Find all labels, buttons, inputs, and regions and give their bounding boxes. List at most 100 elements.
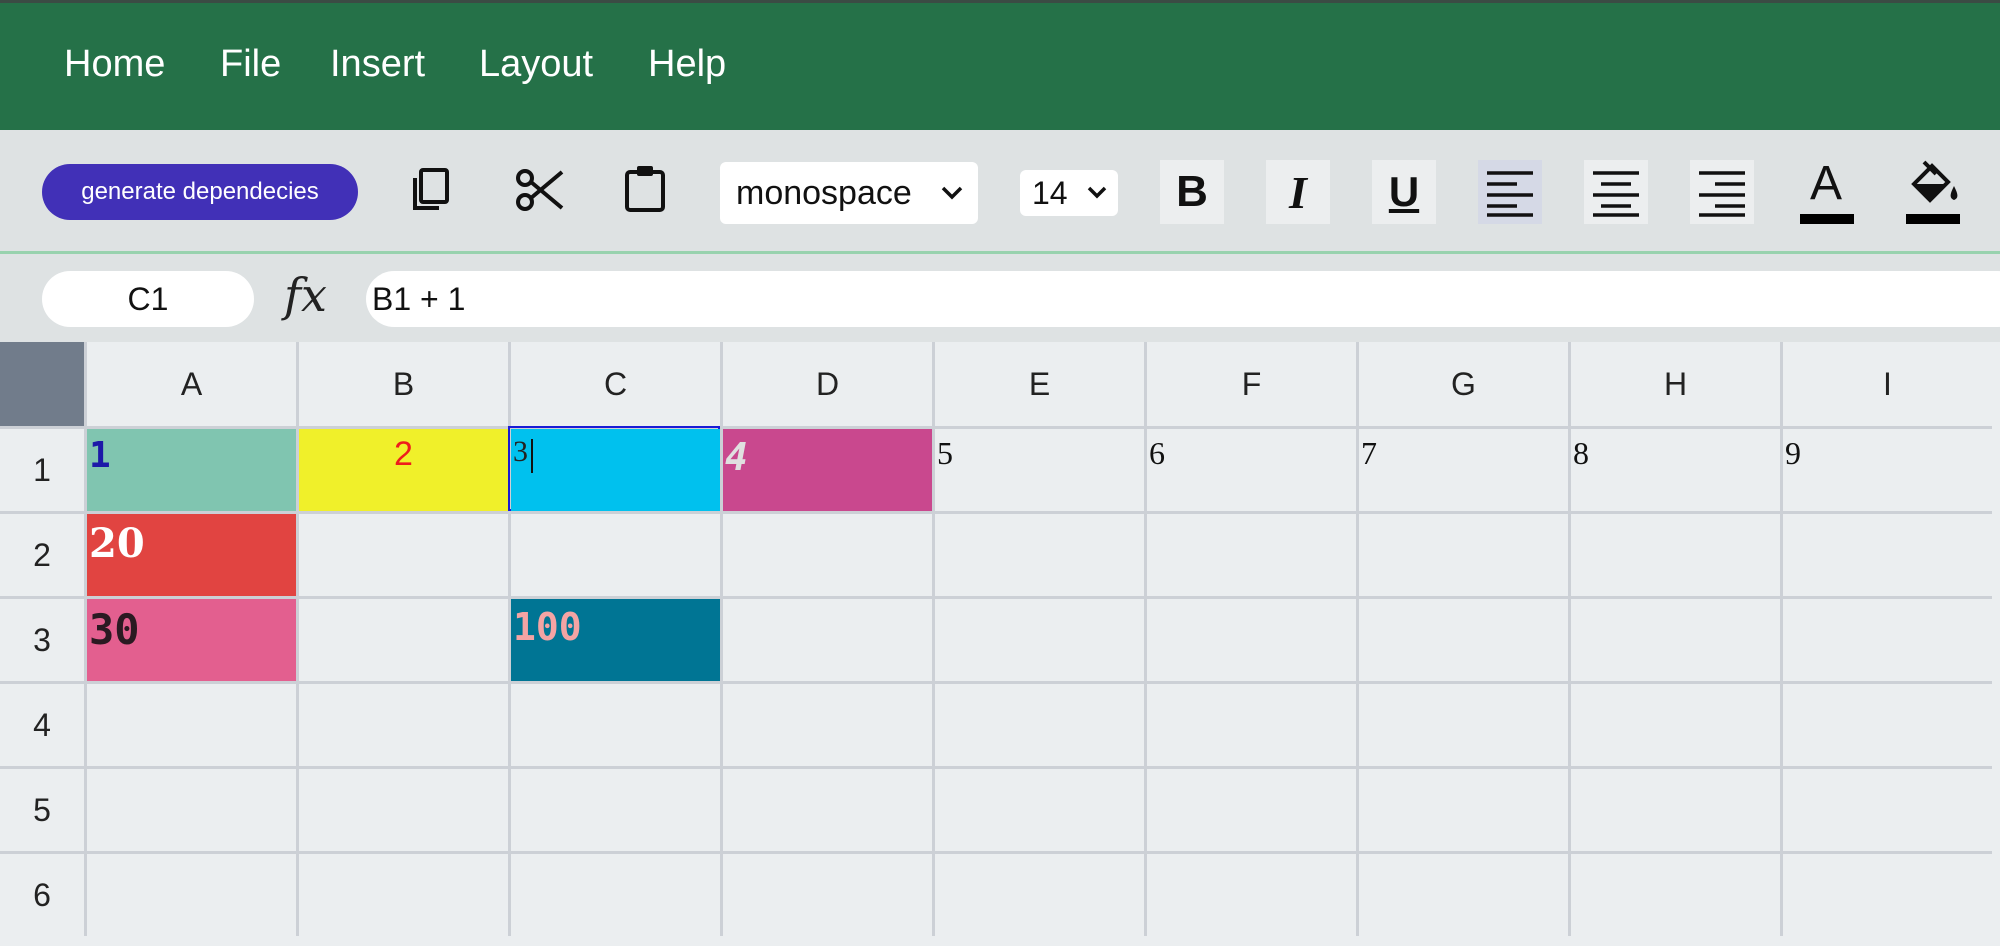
cell-c3[interactable]: 100 <box>508 596 720 681</box>
cell-c6[interactable] <box>508 851 720 936</box>
cell-value: 4 <box>725 435 748 479</box>
cell-g1[interactable]: 7 <box>1356 426 1568 511</box>
cell-f6[interactable] <box>1144 851 1356 936</box>
cell-d2[interactable] <box>720 511 932 596</box>
generate-dependencies-button[interactable]: generate dependecies <box>42 164 358 220</box>
fill-color-button[interactable] <box>1902 156 1966 226</box>
cell-reference-box[interactable]: C1 <box>42 271 254 327</box>
cell-f4[interactable] <box>1144 681 1356 766</box>
row-header-4[interactable]: 4 <box>0 681 84 766</box>
row-header-6[interactable]: 6 <box>0 851 84 936</box>
text-color-icon: A <box>1810 157 1843 210</box>
column-header-g[interactable]: G <box>1356 342 1568 426</box>
row-header-2[interactable]: 2 <box>0 511 84 596</box>
cell-g6[interactable] <box>1356 851 1568 936</box>
paste-icon[interactable] <box>614 158 678 222</box>
cell-i1[interactable]: 9 <box>1780 426 1992 511</box>
formula-input[interactable]: B1 + 1 <box>366 271 2000 327</box>
column-header-e[interactable]: E <box>932 342 1144 426</box>
cell-fill <box>511 429 720 511</box>
cell-i3[interactable] <box>1780 596 1992 681</box>
cell-a4[interactable] <box>84 681 296 766</box>
cell-fill <box>723 429 932 511</box>
cell-c5[interactable] <box>508 766 720 851</box>
cell-e2[interactable] <box>932 511 1144 596</box>
text-color-button[interactable]: A <box>1796 156 1860 226</box>
cell-c1[interactable]: 3 <box>508 426 720 511</box>
cell-b1[interactable]: 2 <box>296 426 508 511</box>
select-all-corner[interactable] <box>0 342 84 426</box>
cell-e3[interactable] <box>932 596 1144 681</box>
menu-layout[interactable]: Layout <box>479 43 593 86</box>
cell-e4[interactable] <box>932 681 1144 766</box>
cell-d6[interactable] <box>720 851 932 936</box>
cell-h1[interactable]: 8 <box>1568 426 1780 511</box>
cell-d1[interactable]: 4 <box>720 426 932 511</box>
row-header-1[interactable]: 1 <box>0 426 84 511</box>
cell-g5[interactable] <box>1356 766 1568 851</box>
cell-b5[interactable] <box>296 766 508 851</box>
cell-i6[interactable] <box>1780 851 1992 936</box>
cell-h2[interactable] <box>1568 511 1780 596</box>
menu-bar: Home File Insert Layout Help <box>0 0 2000 130</box>
column-header-b[interactable]: B <box>296 342 508 426</box>
cell-f5[interactable] <box>1144 766 1356 851</box>
menu-file[interactable]: File <box>220 43 281 86</box>
cell-g3[interactable] <box>1356 596 1568 681</box>
column-header-a[interactable]: A <box>84 342 296 426</box>
font-size-select[interactable]: 14 <box>1020 170 1118 216</box>
cell-b6[interactable] <box>296 851 508 936</box>
menu-insert[interactable]: Insert <box>330 43 425 86</box>
cell-c2[interactable] <box>508 511 720 596</box>
cell-i2[interactable] <box>1780 511 1992 596</box>
cell-b2[interactable] <box>296 511 508 596</box>
cell-f2[interactable] <box>1144 511 1356 596</box>
bold-button[interactable]: B <box>1160 160 1224 224</box>
align-right-button[interactable] <box>1690 160 1754 224</box>
menu-help[interactable]: Help <box>648 43 726 86</box>
text-caret <box>531 439 533 473</box>
row-header-5[interactable]: 5 <box>0 766 84 851</box>
cell-h4[interactable] <box>1568 681 1780 766</box>
cell-i5[interactable] <box>1780 766 1992 851</box>
cell-a2[interactable]: 20 <box>84 511 296 596</box>
cell-e6[interactable] <box>932 851 1144 936</box>
cell-f1[interactable]: 6 <box>1144 426 1356 511</box>
italic-button[interactable]: I <box>1266 160 1330 224</box>
cell-c4[interactable] <box>508 681 720 766</box>
column-header-i[interactable]: I <box>1780 342 1992 426</box>
menu-home[interactable]: Home <box>64 43 165 86</box>
cell-a3[interactable]: 30 <box>84 596 296 681</box>
column-header-c[interactable]: C <box>508 342 720 426</box>
cell-a5[interactable] <box>84 766 296 851</box>
cell-f3[interactable] <box>1144 596 1356 681</box>
cell-d3[interactable] <box>720 596 932 681</box>
cut-icon[interactable] <box>508 158 572 222</box>
copy-icon[interactable] <box>400 158 464 222</box>
cell-h6[interactable] <box>1568 851 1780 936</box>
font-family-select[interactable]: monospace <box>720 162 978 224</box>
cell-b3[interactable] <box>296 596 508 681</box>
bold-icon: B <box>1176 167 1208 216</box>
cell-b4[interactable] <box>296 681 508 766</box>
column-header-f[interactable]: F <box>1144 342 1356 426</box>
align-center-button[interactable] <box>1584 160 1648 224</box>
cell-h5[interactable] <box>1568 766 1780 851</box>
cell-a1[interactable]: 1 <box>84 426 296 511</box>
font-size-value: 14 <box>1032 174 1068 211</box>
cell-d5[interactable] <box>720 766 932 851</box>
cell-d4[interactable] <box>720 681 932 766</box>
underline-button[interactable]: U <box>1372 160 1436 224</box>
cell-i4[interactable] <box>1780 681 1992 766</box>
cell-e5[interactable] <box>932 766 1144 851</box>
row-header-3[interactable]: 3 <box>0 596 84 681</box>
column-header-h[interactable]: H <box>1568 342 1780 426</box>
cell-e1[interactable]: 5 <box>932 426 1144 511</box>
cell-g4[interactable] <box>1356 681 1568 766</box>
fx-label: fx <box>284 268 327 322</box>
cell-a6[interactable] <box>84 851 296 936</box>
column-header-d[interactable]: D <box>720 342 932 426</box>
cell-h3[interactable] <box>1568 596 1780 681</box>
cell-g2[interactable] <box>1356 511 1568 596</box>
align-left-button[interactable] <box>1478 160 1542 224</box>
